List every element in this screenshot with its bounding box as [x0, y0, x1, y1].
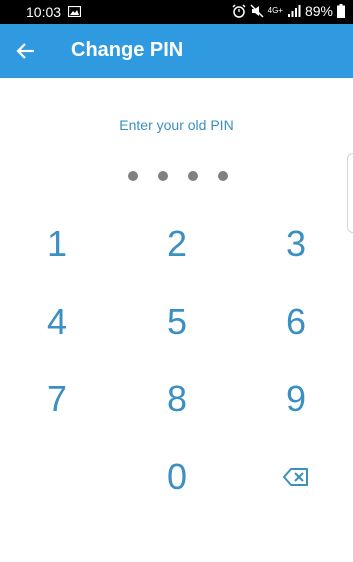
- key-7[interactable]: 7: [27, 374, 87, 424]
- battery-percent: 89%: [304, 3, 333, 19]
- pin-dot: [218, 171, 228, 181]
- page-title: Change PIN: [71, 39, 184, 61]
- key-5[interactable]: 5: [147, 297, 207, 347]
- pin-dot: [128, 171, 138, 181]
- status-time: 10:03: [26, 4, 62, 20]
- alarm-icon: [232, 4, 246, 18]
- key-2[interactable]: 2: [147, 219, 207, 269]
- back-button[interactable]: [12, 38, 40, 64]
- edge-panel-handle[interactable]: [347, 153, 353, 233]
- backspace-button[interactable]: [276, 462, 316, 492]
- pin-dot: [188, 171, 198, 181]
- mute-icon: [250, 4, 264, 18]
- status-bar: 10:03 4G+ 89%: [0, 0, 353, 24]
- key-1[interactable]: 1: [27, 219, 87, 269]
- pin-dots: [126, 171, 230, 183]
- key-6[interactable]: 6: [266, 297, 326, 347]
- key-8[interactable]: 8: [147, 374, 207, 424]
- backspace-icon: [283, 468, 308, 486]
- network-type: 4G+: [267, 6, 283, 15]
- key-9[interactable]: 9: [266, 374, 326, 424]
- signal-icon: [287, 5, 301, 17]
- key-3[interactable]: 3: [266, 219, 326, 269]
- gallery-icon: [68, 6, 81, 17]
- pin-prompt: Enter your old PIN: [119, 117, 234, 133]
- app-bar: Change PIN: [0, 24, 353, 78]
- pin-dot: [158, 171, 168, 181]
- key-0[interactable]: 0: [147, 452, 207, 502]
- key-4[interactable]: 4: [27, 297, 87, 347]
- back-arrow-icon: [16, 43, 34, 59]
- battery-icon: [337, 4, 345, 18]
